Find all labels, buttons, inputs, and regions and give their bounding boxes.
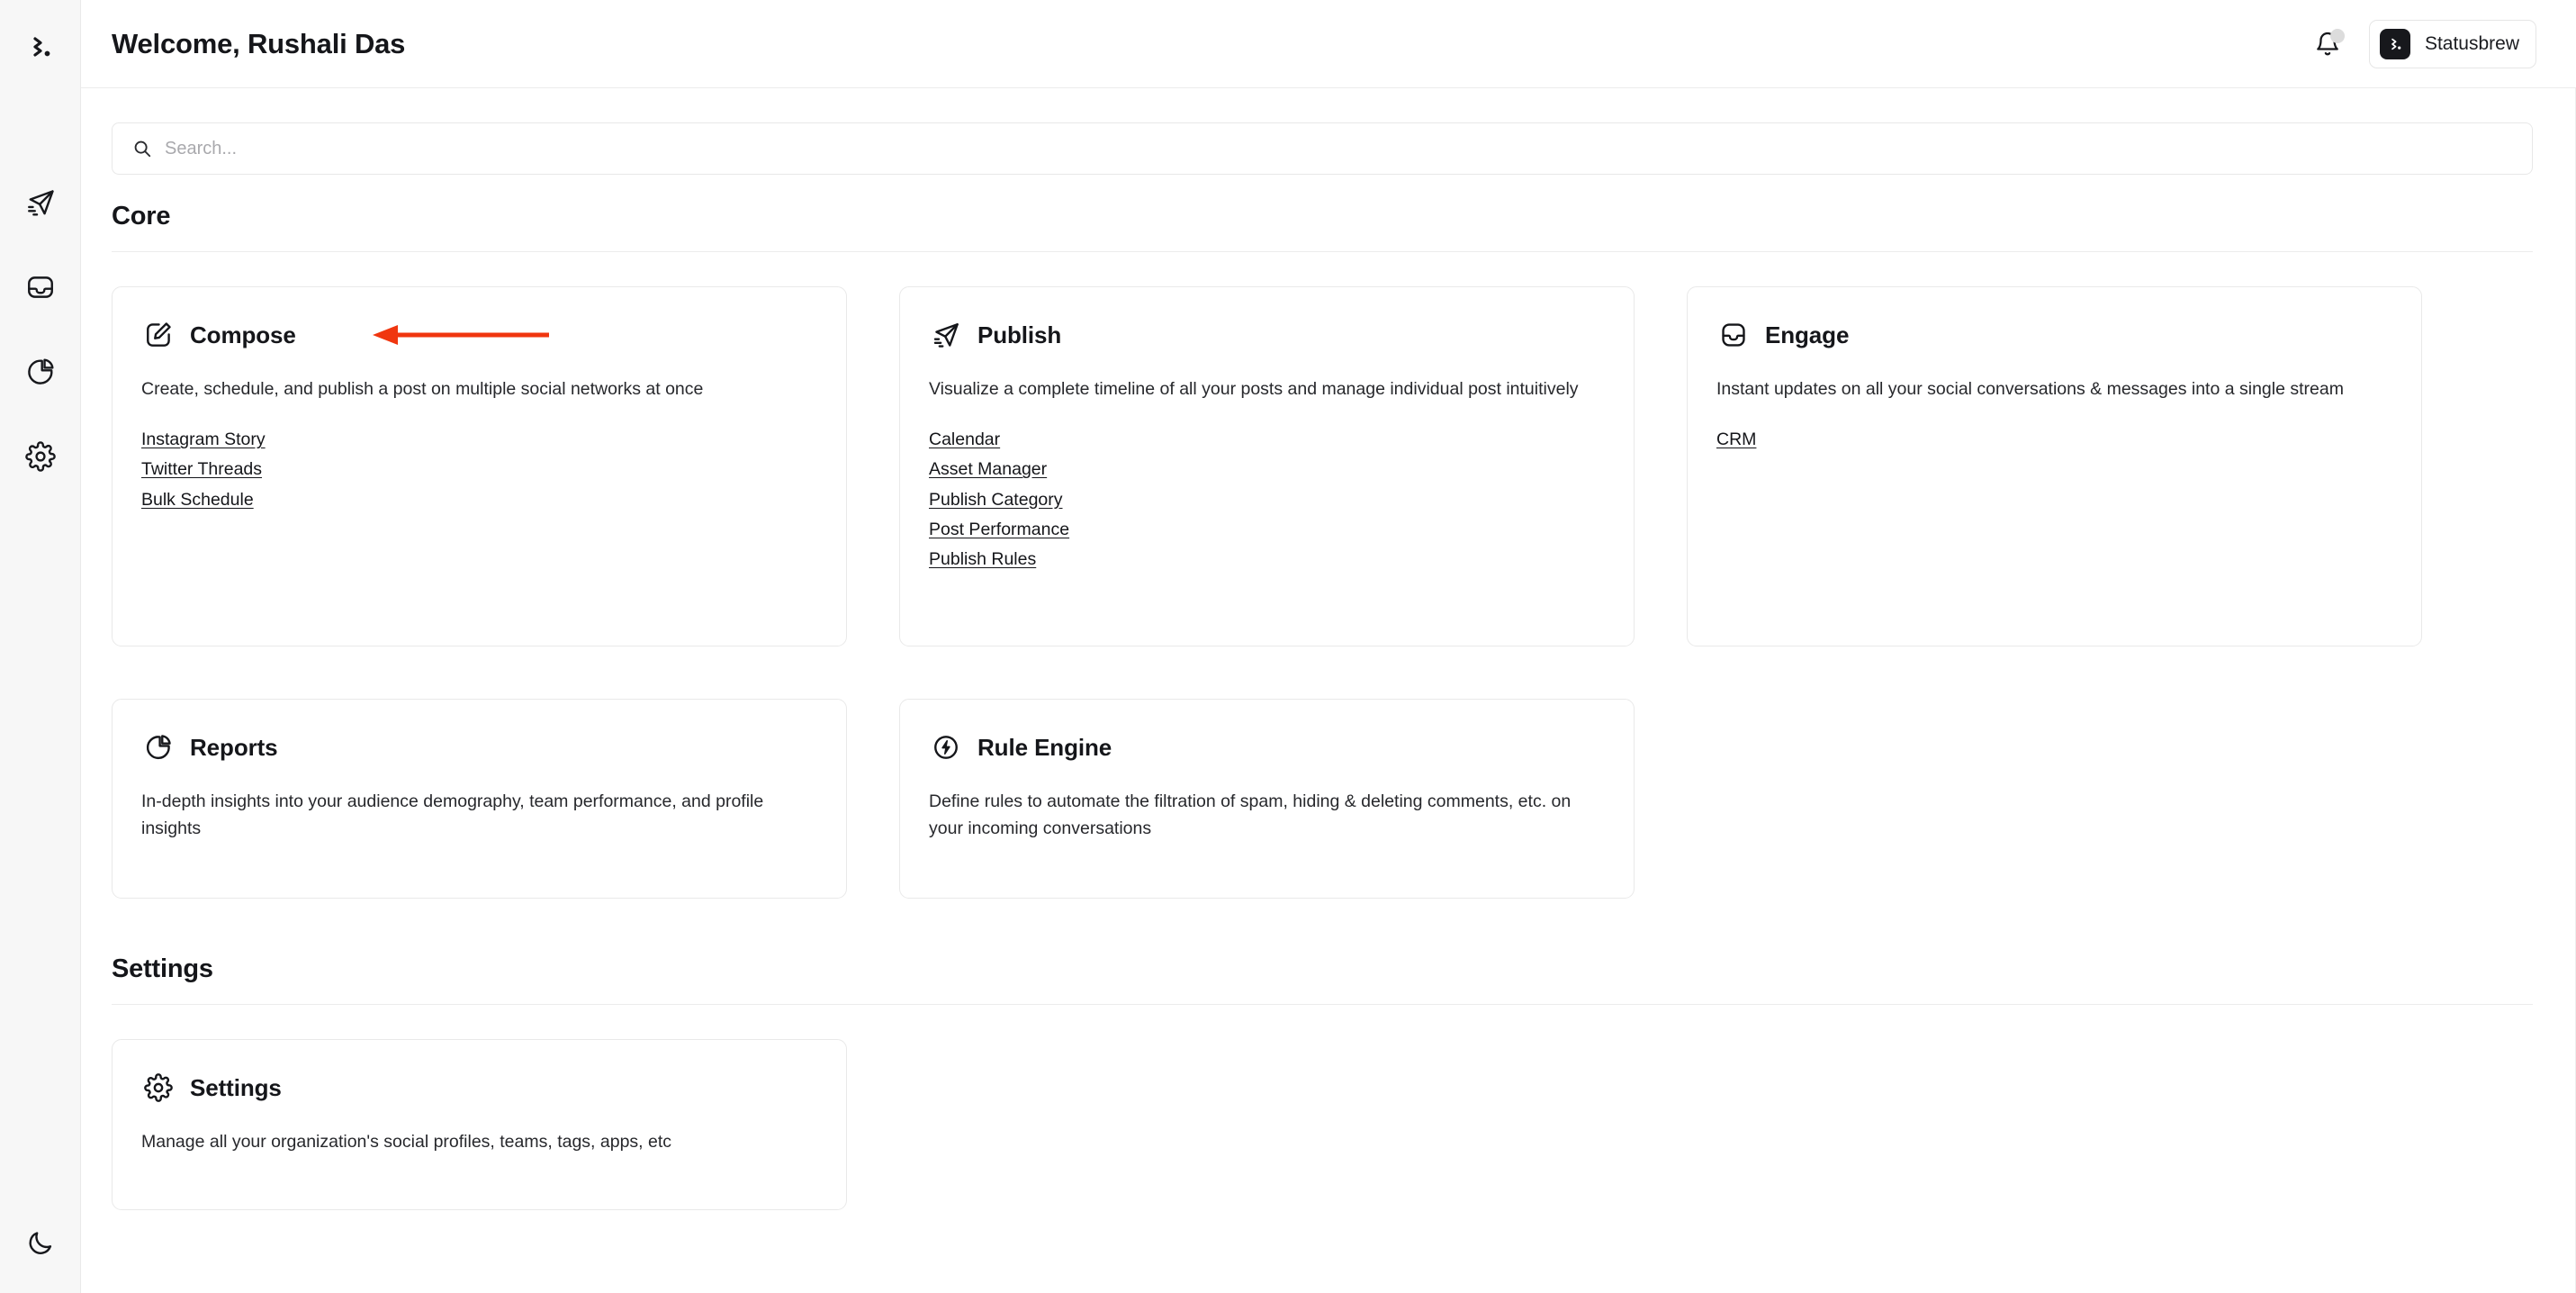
content-scroll-area[interactable]: Core [81, 88, 2576, 1293]
link-publish-category[interactable]: Publish Category [929, 486, 1063, 513]
sidebar [0, 0, 81, 1293]
card-rule-engine[interactable]: Rule Engine Define rules to automate the… [899, 699, 1635, 899]
inbox-icon [1716, 318, 1751, 352]
app-root: Welcome, Rushali Das Statusbrew Search..… [0, 0, 2576, 1293]
topbar: Welcome, Rushali Das Statusbrew [81, 0, 2576, 88]
card-title: Publish [977, 321, 1062, 348]
page-title: Welcome, Rushali Das [112, 27, 406, 59]
compose-pencil-icon [141, 318, 176, 352]
card-description: Visualize a complete timeline of all you… [929, 379, 1579, 399]
core-card-grid: Compose Create, schedule, and publish a … [112, 286, 2533, 899]
card-header: Rule Engine [929, 730, 1603, 764]
card-publish[interactable]: Publish Visualize a complete timeline of… [899, 286, 1635, 646]
paper-plane-icon [27, 190, 54, 216]
card-description: Define rules to automate the filtration … [929, 791, 1572, 839]
search-input[interactable] [165, 123, 2512, 174]
link-post-performance[interactable]: Post Performance [929, 516, 1069, 543]
card-settings[interactable]: Settings Manage all your organization's … [112, 1039, 847, 1210]
card-description: Create, schedule, and publish a post on … [141, 379, 704, 399]
notification-badge [2329, 28, 2345, 43]
section-core: Core Compose Create, schedule, and publi… [112, 202, 2533, 899]
sidebar-item-publish[interactable] [20, 182, 61, 223]
card-links: CRM [1716, 426, 2391, 453]
moon-icon [29, 1232, 51, 1254]
section-divider [112, 251, 2533, 252]
pie-chart-icon [141, 730, 176, 764]
card-description: In-depth insights into your audience dem… [141, 791, 764, 839]
sidebar-item-reports[interactable] [20, 351, 61, 393]
card-header: Publish [929, 318, 1603, 352]
card-engage[interactable]: Engage Instant updates on all your socia… [1687, 286, 2422, 646]
section-title-settings: Settings [112, 954, 213, 983]
card-reports[interactable]: Reports In-depth insights into your audi… [112, 699, 847, 899]
card-header: Reports [141, 730, 815, 764]
organization-switcher-button[interactable]: Statusbrew [2368, 19, 2536, 68]
notifications-button[interactable] [2310, 26, 2346, 62]
pie-chart-icon [27, 358, 54, 384]
link-asset-manager[interactable]: Asset Manager [929, 456, 1047, 483]
bolt-circle-icon [929, 730, 963, 764]
search-icon [134, 140, 151, 158]
search-bar[interactable] [112, 122, 2533, 175]
section-title-core: Core [112, 202, 171, 231]
card-header: Engage [1716, 318, 2391, 352]
card-title: Rule Engine [977, 733, 1112, 761]
link-crm[interactable]: CRM [1716, 426, 1756, 453]
settings-card-grid: Settings Manage all your organization's … [112, 1039, 2533, 1210]
section-divider [112, 1004, 2533, 1005]
statusbrew-logo[interactable] [20, 27, 61, 68]
link-publish-rules[interactable]: Publish Rules [929, 546, 1036, 573]
inbox-icon [27, 276, 53, 298]
topbar-actions: Statusbrew [2310, 19, 2536, 68]
gear-icon [24, 441, 56, 472]
sidebar-item-settings[interactable] [20, 436, 61, 477]
main-region: Welcome, Rushali Das Statusbrew Search..… [81, 0, 2576, 1293]
card-links: Instagram Story Twitter Threads Bulk Sch… [141, 426, 815, 513]
card-compose[interactable]: Compose Create, schedule, and publish a … [112, 286, 847, 646]
card-header: Compose [141, 318, 815, 352]
card-title: Engage [1765, 321, 1850, 348]
organization-logo [2379, 28, 2410, 59]
link-twitter-threads[interactable]: Twitter Threads [141, 456, 262, 483]
gear-icon [141, 1071, 176, 1105]
card-header: Settings [141, 1071, 815, 1105]
paper-plane-icon [929, 318, 963, 352]
card-title: Settings [190, 1073, 282, 1101]
sidebar-item-engage[interactable] [20, 267, 61, 308]
card-title: Reports [190, 733, 278, 761]
annotation-arrow [373, 325, 549, 345]
organization-name: Statusbrew [2424, 32, 2519, 54]
link-calendar[interactable]: Calendar [929, 426, 1000, 453]
card-description: Manage all your organization's social pr… [141, 1132, 672, 1152]
dark-mode-toggle[interactable] [20, 1223, 61, 1264]
card-title: Compose [190, 321, 296, 348]
link-bulk-schedule[interactable]: Bulk Schedule [141, 486, 254, 513]
card-links: Calendar Asset Manager Publish Category … [929, 426, 1603, 573]
sidebar-nav [20, 182, 61, 477]
link-instagram-story[interactable]: Instagram Story [141, 426, 266, 453]
card-description: Instant updates on all your social conve… [1716, 379, 2344, 399]
section-settings: Settings Settings Manage all your organi… [112, 954, 2533, 1210]
